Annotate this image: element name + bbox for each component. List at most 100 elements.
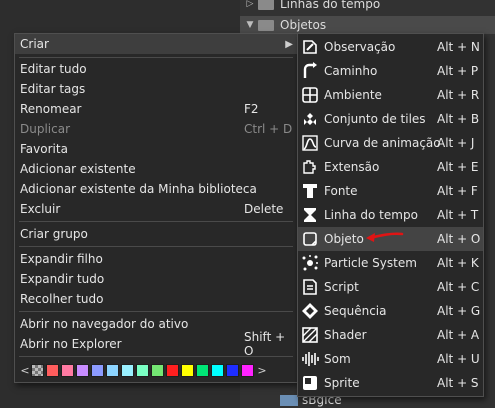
submenu-arrow-icon: ▶ (285, 38, 293, 50)
menu-item-favorite[interactable]: Favorita (15, 139, 297, 159)
submenu-item-label: Linha do tempo (324, 208, 418, 222)
submenu-item-label: Objeto (324, 232, 364, 246)
room-icon (300, 85, 320, 105)
color-swatch[interactable] (151, 363, 164, 377)
color-palette: < > (19, 362, 268, 378)
submenu-item-timeline[interactable]: Linha do tempo Alt + T (298, 203, 483, 227)
menu-item-collapse-all[interactable]: Recolher tudo (15, 289, 297, 309)
menu-item-delete[interactable]: Excluir Delete (15, 199, 297, 219)
tree-item-objects[interactable]: ▼ Objetos (240, 16, 495, 34)
submenu-item-animation-curve[interactable]: Curva de animação Alt + J (298, 131, 483, 155)
create-submenu: Observação Alt + N Caminho Alt + P Ambie… (297, 33, 484, 397)
menu-item-label: Expandir tudo (20, 272, 105, 286)
menu-item-label: Adicionar existente (20, 162, 136, 176)
submenu-item-label: Script (324, 280, 359, 294)
menu-item-create[interactable]: Criar ▶ (15, 34, 297, 54)
menu-separator (19, 57, 293, 58)
menu-item-add-existing[interactable]: Adicionar existente (15, 159, 297, 179)
menu-item-duplicate[interactable]: Duplicar Ctrl + D (15, 119, 297, 139)
submenu-item-shortcut: Alt + O (437, 232, 481, 246)
color-swatch[interactable] (61, 363, 74, 377)
color-swatch[interactable] (121, 363, 134, 377)
menu-item-edit-tags[interactable]: Editar tags (15, 79, 297, 99)
menu-item-create-group[interactable]: Criar grupo (15, 224, 297, 244)
tree-item-timelines[interactable]: ▷ Linhas do tempo (240, 0, 495, 13)
submenu-item-label: Ambiente (324, 88, 382, 102)
menu-item-label: Abrir no navegador do ativo (20, 317, 189, 331)
collapse-arrow-icon[interactable]: ▼ (242, 20, 258, 30)
submenu-item-path[interactable]: Caminho Alt + P (298, 59, 483, 83)
menu-item-label: Expandir filho (20, 252, 103, 266)
color-swatch[interactable] (196, 363, 209, 377)
submenu-item-label: Caminho (324, 64, 378, 78)
sound-icon (300, 349, 320, 369)
color-swatch[interactable] (91, 363, 104, 377)
submenu-item-label: Som (324, 352, 351, 366)
submenu-item-shortcut: Alt + E (437, 160, 479, 174)
submenu-item-label: Extensão (324, 160, 380, 174)
submenu-item-label: Curva de animação (324, 136, 441, 150)
submenu-item-tileset[interactable]: Conjunto de tiles Alt + B (298, 107, 483, 131)
folder-icon (258, 19, 274, 31)
menu-item-label: Recolher tudo (20, 292, 104, 306)
color-swatch[interactable] (241, 363, 254, 377)
submenu-item-shader[interactable]: Shader Alt + A (298, 323, 483, 347)
submenu-item-sequence[interactable]: Sequência Alt + G (298, 299, 483, 323)
font-icon (300, 181, 320, 201)
script-icon (300, 277, 320, 297)
submenu-item-script[interactable]: Script Alt + C (298, 275, 483, 299)
folder-icon (258, 0, 274, 10)
submenu-item-shortcut: Alt + N (437, 40, 480, 54)
submenu-item-sound[interactable]: Som Alt + U (298, 347, 483, 371)
submenu-item-sprite[interactable]: Sprite Alt + S (298, 371, 483, 395)
color-swatch[interactable] (181, 363, 194, 377)
color-swatch[interactable] (46, 363, 59, 377)
tree-item-label: Linhas do tempo (280, 0, 381, 11)
submenu-item-shortcut: Alt + R (437, 88, 480, 102)
context-menu: Criar ▶ Editar tudo Editar tags Renomear… (14, 33, 298, 383)
menu-item-label: Criar grupo (20, 227, 88, 241)
color-swatch[interactable] (136, 363, 149, 377)
submenu-item-label: Conjunto de tiles (324, 112, 426, 126)
note-icon (300, 37, 320, 57)
menu-item-label: Criar (20, 37, 49, 51)
menu-item-shortcut: F2 (244, 102, 259, 116)
menu-item-add-existing-from-library[interactable]: Adicionar existente da Minha biblioteca (15, 179, 297, 199)
submenu-item-label: Fonte (324, 184, 358, 198)
submenu-item-note[interactable]: Observação Alt + N (298, 35, 483, 59)
palette-left-arrow-icon[interactable]: < (19, 364, 31, 377)
menu-separator (19, 311, 293, 312)
color-swatch[interactable] (106, 363, 119, 377)
color-swatch[interactable] (166, 363, 179, 377)
submenu-item-label: Sequência (324, 304, 387, 318)
menu-item-edit-all[interactable]: Editar tudo (15, 59, 297, 79)
menu-item-open-in-explorer[interactable]: Abrir no Explorer Shift + O (15, 330, 297, 358)
menu-item-expand-child[interactable]: Expandir filho (15, 249, 297, 269)
color-swatch[interactable] (226, 363, 239, 377)
annotation-arrow-icon (366, 232, 404, 242)
shader-icon (300, 325, 320, 345)
submenu-item-room[interactable]: Ambiente Alt + R (298, 83, 483, 107)
expand-arrow-icon[interactable]: ▷ (242, 0, 258, 9)
submenu-item-shortcut: Alt + T (437, 208, 479, 222)
menu-item-label: Editar tudo (20, 62, 87, 76)
menu-item-label: Editar tags (20, 82, 86, 96)
extension-icon (300, 157, 320, 177)
submenu-item-particle-system[interactable]: Particle System Alt + K (298, 251, 483, 275)
submenu-item-shortcut: Alt + J (437, 136, 475, 150)
submenu-item-label: Particle System (324, 256, 417, 270)
submenu-item-shortcut: Alt + B (437, 112, 480, 126)
palette-right-arrow-icon[interactable]: > (256, 364, 268, 377)
submenu-item-extension[interactable]: Extensão Alt + E (298, 155, 483, 179)
path-icon (300, 61, 320, 81)
menu-item-shortcut: Delete (244, 202, 284, 216)
color-swatch[interactable] (76, 363, 89, 377)
submenu-item-shortcut: Alt + F (437, 184, 478, 198)
tree-item-label: Objetos (280, 18, 327, 32)
color-swatch[interactable] (211, 363, 224, 377)
menu-item-rename[interactable]: Renomear F2 (15, 99, 297, 119)
submenu-item-font[interactable]: Fonte Alt + F (298, 179, 483, 203)
color-swatch[interactable] (31, 363, 44, 377)
particle-system-icon (300, 253, 320, 273)
menu-item-expand-all[interactable]: Expandir tudo (15, 269, 297, 289)
